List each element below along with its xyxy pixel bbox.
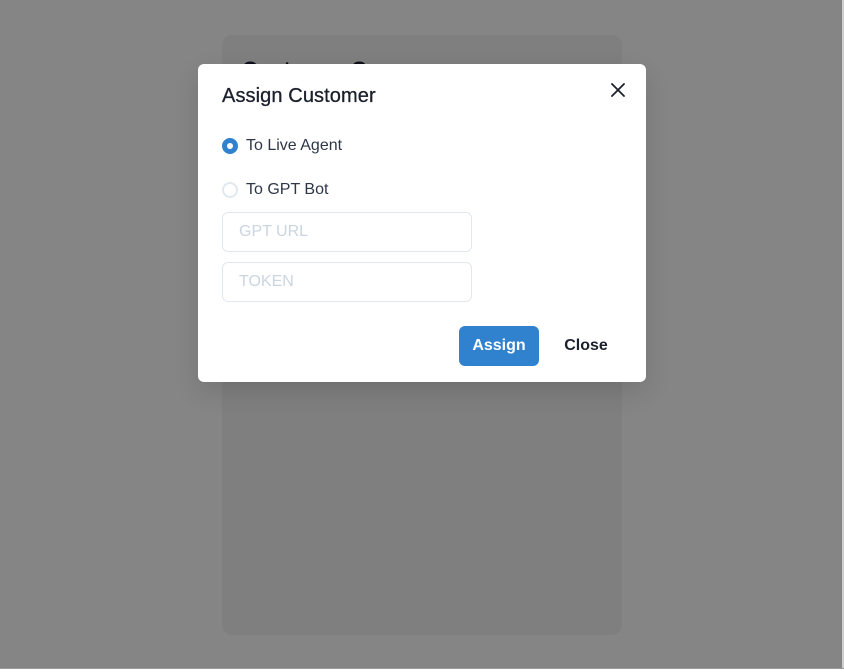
radio-unchecked-icon[interactable] [222,182,238,198]
close-button[interactable]: Close [547,326,625,366]
radio-live-agent-label: To Live Agent [246,137,343,154]
radio-gpt-bot-label: To GPT Bot [246,181,329,198]
dialog-title: Assign Customer [222,85,376,107]
radio-gpt-bot[interactable]: To GPT Bot [222,180,328,200]
close-icon[interactable] [606,78,630,102]
assign-button[interactable]: Assign [459,326,539,366]
radio-dot [227,143,233,149]
token-input[interactable] [222,262,472,302]
gpt-url-input[interactable] [222,212,472,252]
radio-live-agent[interactable]: To Live Agent [222,136,342,156]
window-bottom-edge [0,668,844,672]
assign-customer-dialog: Assign Customer To Live Agent To GPT Bot… [198,64,646,382]
radio-checked-icon[interactable] [222,138,238,154]
